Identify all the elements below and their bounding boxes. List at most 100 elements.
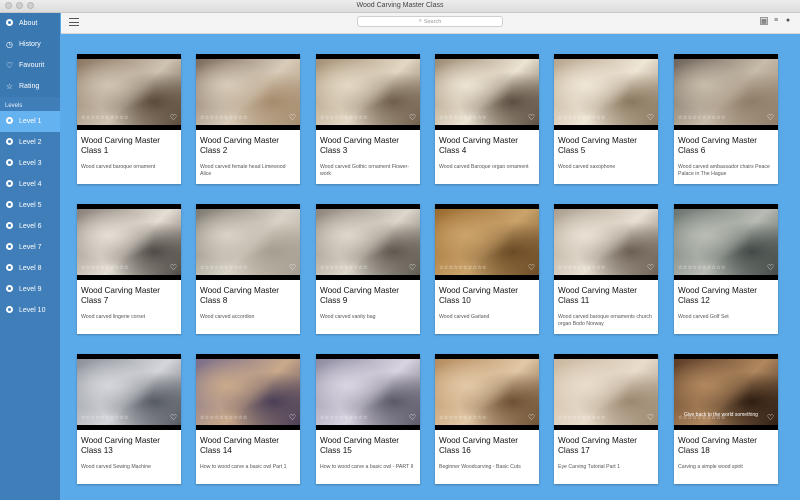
sidebar-item-level-4[interactable]: Level 4 [0,174,60,195]
rating-stars[interactable]: ☆☆☆☆☆☆☆☆☆☆ [678,265,726,271]
rating-stars[interactable]: ☆☆☆☆☆☆☆☆☆☆ [320,415,368,421]
video-card[interactable]: ☆☆☆☆☆☆☆☆☆☆ ♡ Wood Carving Master Class 6 Wo… [674,54,778,184]
video-card[interactable]: ☆☆☆☆☆☆☆☆☆☆ ♡ Wood Carving Master Class 13 W… [77,354,181,484]
video-card[interactable]: ☆☆☆☆☆☆☆☆☆☆ ♡ Wood Carving Master Class 4 Wo… [435,54,539,184]
video-card[interactable]: ☆☆☆☆☆☆☆☆☆☆ ♡ Wood Carving Master Class 12 W… [674,204,778,334]
video-thumbnail[interactable]: ☆☆☆☆☆☆☆☆☆☆ ♡ [77,354,181,430]
sidebar-item-level-6[interactable]: Level 6 [0,216,60,237]
sidebar-item-level-3[interactable]: Level 3 [0,153,60,174]
video-thumbnail[interactable]: ☆☆☆☆☆☆☆☆☆☆ ♡ [196,354,300,430]
sidebar-item-rating[interactable]: ☆ Rating [0,76,60,97]
rating-stars[interactable]: ☆☆☆☆☆☆☆☆☆☆ [320,115,368,121]
sidebar-item-level-7[interactable]: Level 7 [0,237,60,258]
sidebar-item-level-2[interactable]: Level 2 [0,132,60,153]
sidebar-item-level-10[interactable]: Level 10 [0,300,60,321]
sidebar-item-favourit[interactable]: ♡ Favourit [0,55,60,76]
video-thumbnail[interactable]: ☆☆☆☆☆☆☆☆☆☆ ♡ [435,54,539,130]
video-card[interactable]: ☆☆☆☆☆☆☆☆☆☆ ♡ Wood Carving Master Class 2 Wo… [196,54,300,184]
sidebar-item-label: Level 1 [19,118,42,125]
rating-stars[interactable]: ☆☆☆☆☆☆☆☆☆☆ [678,415,726,421]
video-card[interactable]: ☆☆☆☆☆☆☆☆☆☆ ♡ Wood Carving Master Class 5 Wo… [554,54,658,184]
video-subtitle: Carving a simple wood spirit [678,464,743,470]
video-card[interactable]: ☆☆☆☆☆☆☆☆☆☆ ♡ Wood Carving Master Class 3 Wo… [316,54,420,184]
favourite-heart-icon[interactable]: ♡ [409,413,416,422]
level-dot-icon [5,306,14,315]
video-thumbnail[interactable]: ☆☆☆☆☆☆☆☆☆☆ ♡ [435,204,539,280]
sidebar-item-level-9[interactable]: Level 9 [0,279,60,300]
rating-stars[interactable]: ☆☆☆☆☆☆☆☆☆☆ [678,115,726,121]
sidebar-item-label: Level 5 [19,202,42,209]
grid-view-icon[interactable]: ▦ [760,17,768,25]
favourite-heart-icon[interactable]: ♡ [767,413,774,422]
video-thumbnail[interactable]: ☆☆☆☆☆☆☆☆☆☆ ♡ [674,54,778,130]
video-card[interactable]: ☆☆☆☆☆☆☆☆☆☆ ♡ Wood Carving Master Class 14 H… [196,354,300,484]
favourite-heart-icon[interactable]: ♡ [289,413,296,422]
rating-stars[interactable]: ☆☆☆☆☆☆☆☆☆☆ [439,115,487,121]
favourite-heart-icon[interactable]: ♡ [767,263,774,272]
favourite-heart-icon[interactable]: ♡ [170,263,177,272]
rating-stars[interactable]: ☆☆☆☆☆☆☆☆☆☆ [200,415,248,421]
video-card[interactable]: ☆☆☆☆☆☆☆☆☆☆ ♡ Wood Carving Master Class 15 H… [316,354,420,484]
rating-stars[interactable]: ☆☆☆☆☆☆☆☆☆☆ [558,265,606,271]
video-thumbnail[interactable]: ☆☆☆☆☆☆☆☆☆☆ ♡ [316,204,420,280]
favourite-heart-icon[interactable]: ♡ [528,113,535,122]
sidebar-item-about[interactable]: About [0,13,60,34]
favourite-heart-icon[interactable]: ♡ [170,413,177,422]
video-card[interactable]: ☆☆☆☆☆☆☆☆☆☆ ♡ Wood Carving Master Class 17 E… [554,354,658,484]
video-thumbnail[interactable]: ☆☆☆☆☆☆☆☆☆☆ ♡ [77,204,181,280]
search-input[interactable]: ⌕ Search [357,16,503,27]
rating-stars[interactable]: ☆☆☆☆☆☆☆☆☆☆ [439,265,487,271]
favourite-heart-icon[interactable]: ♡ [767,113,774,122]
video-card[interactable]: ☆☆☆☆☆☆☆☆☆☆ ♡ Wood Carving Master Class 16 B… [435,354,539,484]
favourite-heart-icon[interactable]: ♡ [528,413,535,422]
favourite-heart-icon[interactable]: ♡ [170,113,177,122]
video-thumbnail[interactable]: ☆☆☆☆☆☆☆☆☆☆ ♡ [316,354,420,430]
favourite-heart-icon[interactable]: ♡ [289,113,296,122]
video-card[interactable]: ☆☆☆☆☆☆☆☆☆☆ ♡ Wood Carving Master Class 9 Wo… [316,204,420,334]
favourite-heart-icon[interactable]: ♡ [647,413,654,422]
favourite-heart-icon[interactable]: ♡ [409,113,416,122]
menu-icon[interactable] [69,18,79,26]
sidebar-item-level-5[interactable]: Level 5 [0,195,60,216]
favourite-heart-icon[interactable]: ♡ [647,263,654,272]
level-dot-icon [5,222,14,231]
video-thumbnail[interactable]: ☆☆☆☆☆☆☆☆☆☆ ♡ [554,54,658,130]
video-card[interactable]: ☆☆☆☆☆☆☆☆☆☆ ♡ Wood Carving Master Class 11 W… [554,204,658,334]
video-thumbnail[interactable]: ☆☆☆☆☆☆☆☆☆☆ ♡ [196,54,300,130]
rating-stars[interactable]: ☆☆☆☆☆☆☆☆☆☆ [320,265,368,271]
favourite-heart-icon[interactable]: ♡ [647,113,654,122]
video-thumbnail[interactable]: ☆☆☆☆☆☆☆☆☆☆ ♡ [316,54,420,130]
video-card[interactable]: ☆☆☆☆☆☆☆☆☆☆ ♡ Wood Carving Master Class 7 Wo… [77,204,181,334]
video-card[interactable]: Give back to the world something ☆☆☆☆☆☆☆☆… [674,354,778,484]
video-grid: ☆☆☆☆☆☆☆☆☆☆ ♡ Wood Carving Master Class 1 Wo… [61,34,800,500]
sidebar-item-level-8[interactable]: Level 8 [0,258,60,279]
rating-stars[interactable]: ☆☆☆☆☆☆☆☆☆☆ [81,115,129,121]
video-card[interactable]: ☆☆☆☆☆☆☆☆☆☆ ♡ Wood Carving Master Class 8 Wo… [196,204,300,334]
video-thumbnail[interactable]: ☆☆☆☆☆☆☆☆☆☆ ♡ [674,204,778,280]
rating-stars[interactable]: ☆☆☆☆☆☆☆☆☆☆ [81,265,129,271]
favourite-heart-icon[interactable]: ♡ [409,263,416,272]
video-thumbnail[interactable]: ☆☆☆☆☆☆☆☆☆☆ ♡ [554,354,658,430]
favourite-heart-icon[interactable]: ♡ [528,263,535,272]
video-thumbnail[interactable]: ☆☆☆☆☆☆☆☆☆☆ ♡ [196,204,300,280]
rating-stars[interactable]: ☆☆☆☆☆☆☆☆☆☆ [200,265,248,271]
sidebar-item-level-1[interactable]: Level 1 [0,111,60,132]
sidebar-item-history[interactable]: ◷ History [0,34,60,55]
levels-section-label: Levels [5,103,23,109]
info-icon[interactable]: ● [784,17,792,25]
list-view-icon[interactable]: ≡ [772,17,780,25]
video-thumbnail[interactable]: ☆☆☆☆☆☆☆☆☆☆ ♡ [435,354,539,430]
rating-stars[interactable]: ☆☆☆☆☆☆☆☆☆☆ [81,415,129,421]
rating-stars[interactable]: ☆☆☆☆☆☆☆☆☆☆ [200,115,248,121]
video-thumbnail[interactable]: Give back to the world something ☆☆☆☆☆☆☆☆… [674,354,778,430]
video-card[interactable]: ☆☆☆☆☆☆☆☆☆☆ ♡ Wood Carving Master Class 1 Wo… [77,54,181,184]
rating-stars[interactable]: ☆☆☆☆☆☆☆☆☆☆ [558,415,606,421]
video-subtitle: Wood carved Golf Set [678,314,729,320]
video-thumbnail[interactable]: ☆☆☆☆☆☆☆☆☆☆ ♡ [77,54,181,130]
rating-stars[interactable]: ☆☆☆☆☆☆☆☆☆☆ [439,415,487,421]
video-subtitle: Wood carved lingerie corset [81,314,146,320]
rating-stars[interactable]: ☆☆☆☆☆☆☆☆☆☆ [558,115,606,121]
video-card[interactable]: ☆☆☆☆☆☆☆☆☆☆ ♡ Wood Carving Master Class 10 W… [435,204,539,334]
video-thumbnail[interactable]: ☆☆☆☆☆☆☆☆☆☆ ♡ [554,204,658,280]
favourite-heart-icon[interactable]: ♡ [289,263,296,272]
